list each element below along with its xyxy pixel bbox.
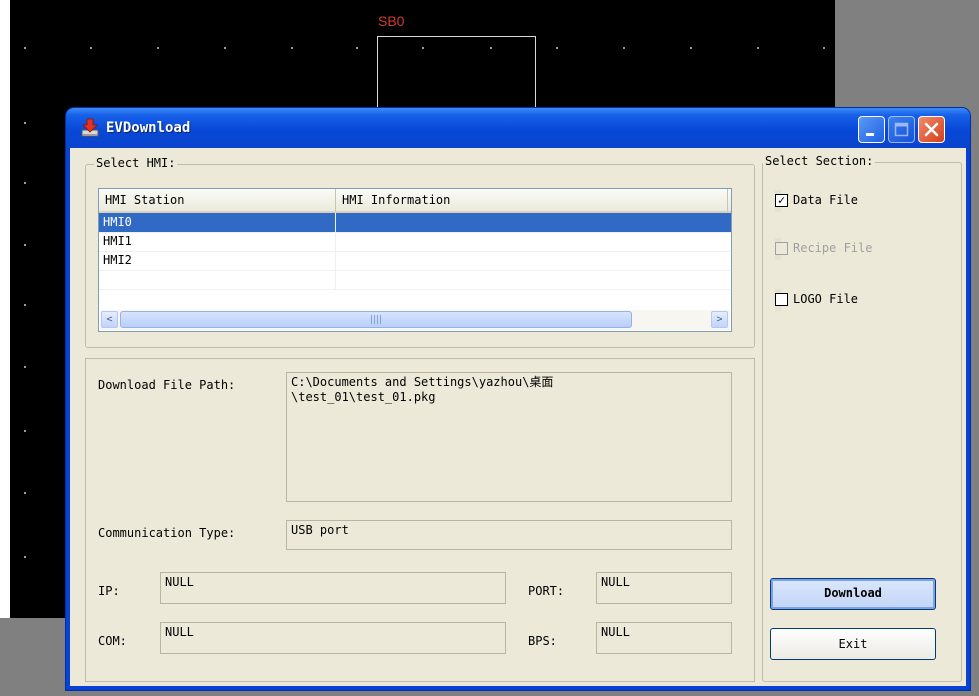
recipe-file-checkbox: Recipe File	[775, 238, 872, 260]
port-field[interactable]: NULL	[596, 572, 732, 604]
info-cell	[336, 232, 731, 251]
grid-dot	[24, 492, 26, 494]
close-button[interactable]	[918, 116, 945, 143]
scroll-grip-icon	[371, 315, 381, 324]
info-cell	[336, 213, 731, 232]
maximize-button[interactable]	[888, 116, 915, 143]
chevron-right-icon: >	[716, 314, 723, 325]
grid-dot	[623, 47, 625, 49]
horizontal-scrollbar[interactable]: < >	[100, 310, 730, 330]
data-file-checkbox[interactable]: ✓ Data File	[775, 190, 858, 212]
table-row[interactable]: HMI1	[99, 232, 731, 252]
ip-field[interactable]: NULL	[160, 572, 506, 604]
exit-button[interactable]: Exit	[770, 628, 936, 660]
minimize-button[interactable]	[858, 116, 885, 143]
checkbox-unchecked-icon	[775, 293, 788, 306]
recipe-file-label: Recipe File	[793, 241, 873, 255]
grid-dot	[90, 47, 92, 49]
minimize-icon	[866, 133, 874, 136]
logo-file-label: LOGO File	[793, 292, 859, 306]
grid-dot	[24, 182, 26, 184]
select-hmi-title: Select HMI:	[94, 156, 178, 170]
com-field[interactable]: NULL	[160, 622, 506, 654]
grid-dot	[556, 47, 558, 49]
column-header-info[interactable]: HMI Information	[336, 189, 728, 211]
canvas-shape-label: SB0	[378, 13, 405, 29]
port-label: PORT:	[528, 584, 565, 598]
grid-dot	[24, 244, 26, 246]
grid-dot	[24, 304, 26, 306]
maximize-icon	[894, 122, 909, 137]
bps-label: BPS:	[528, 634, 557, 648]
evdownload-window: EVDownload Select HMI: HMI Station HMI I…	[66, 108, 970, 690]
logo-file-checkbox[interactable]: LOGO File	[775, 289, 858, 311]
grid-dot	[690, 47, 692, 49]
grid-dot	[24, 47, 26, 49]
close-icon	[924, 122, 939, 137]
grid-dot	[24, 556, 26, 558]
scroll-left-button[interactable]: <	[101, 311, 118, 328]
select-section-title: Select Section:	[763, 154, 876, 168]
checkbox-checked-icon: ✓	[775, 194, 788, 207]
com-label: COM:	[98, 634, 127, 648]
grid-dot	[157, 47, 159, 49]
grid-dot	[356, 47, 358, 49]
title-bar[interactable]: EVDownload	[66, 108, 970, 148]
grid-dot	[24, 122, 26, 124]
grid-dot	[823, 47, 825, 49]
checkbox-disabled-icon	[775, 242, 788, 255]
download-button[interactable]: Download	[770, 578, 936, 610]
hmi-list[interactable]: HMI Station HMI Information HMI0 HMI1 HM…	[98, 188, 732, 332]
table-row-empty	[99, 270, 731, 290]
grid-dot	[224, 47, 226, 49]
download-app-icon	[81, 118, 99, 137]
download-path-field[interactable]: C:\Documents and Settings\yazhou\桌面 \tes…	[286, 372, 732, 502]
scroll-thumb[interactable]	[120, 311, 632, 328]
station-cell: HMI2	[99, 251, 336, 270]
table-row[interactable]: HMI2	[99, 251, 731, 271]
dialog-client-area: Select HMI: HMI Station HMI Information …	[70, 148, 966, 686]
hmi-list-header: HMI Station HMI Information	[99, 189, 731, 213]
comm-type-label: Communication Type:	[98, 526, 236, 540]
download-path-label: Download File Path:	[98, 378, 236, 392]
ip-label: IP:	[98, 584, 120, 598]
empty-cell	[336, 270, 731, 289]
grid-dot	[24, 430, 26, 432]
scroll-right-button[interactable]: >	[711, 311, 728, 328]
window-title: EVDownload	[106, 120, 191, 136]
station-cell: HMI0	[99, 213, 336, 232]
grid-dot	[757, 47, 759, 49]
station-cell: HMI1	[99, 232, 336, 251]
chevron-left-icon: <	[106, 314, 113, 325]
empty-cell	[99, 270, 336, 289]
data-file-label: Data File	[793, 193, 859, 207]
info-cell	[336, 251, 731, 270]
bps-field[interactable]: NULL	[596, 622, 732, 654]
table-row[interactable]: HMI0	[99, 213, 731, 233]
grid-dot	[24, 366, 26, 368]
grid-dot	[291, 47, 293, 49]
column-header-station[interactable]: HMI Station	[99, 189, 336, 211]
comm-type-field[interactable]: USB port	[286, 520, 732, 550]
